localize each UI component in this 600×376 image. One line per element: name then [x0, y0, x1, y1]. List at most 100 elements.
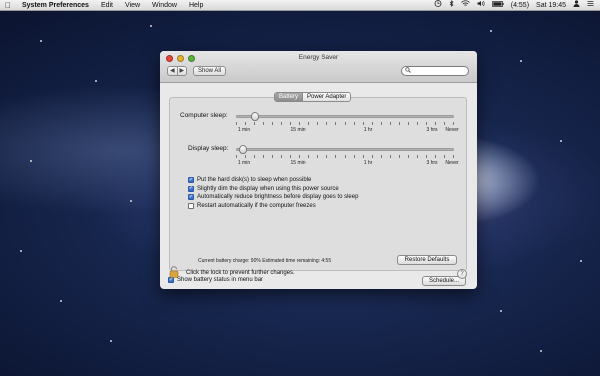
- slider-tick-mark: [326, 122, 327, 125]
- slider-tick-mark: [363, 155, 364, 158]
- option-label: Slightly dim the display when using this…: [197, 185, 339, 192]
- forward-arrow-icon[interactable]: ▶: [178, 67, 187, 75]
- battery-time[interactable]: (4:55): [511, 0, 529, 11]
- computer-sleep-ticks: [236, 122, 454, 126]
- tab-battery[interactable]: Battery: [275, 93, 303, 101]
- display-sleep-tick-1min: 1 min: [237, 160, 251, 166]
- settings-panel: Computer sleep: 1 min 15 min 1 hr 3 hrs …: [169, 97, 467, 271]
- battery-icon[interactable]: [491, 0, 504, 11]
- menu-bar:  System Preferences Edit View Window He…: [0, 0, 600, 11]
- slider-tick-mark: [453, 155, 454, 158]
- slider-tick-mark: [354, 155, 355, 158]
- option-label: Automatically reduce brightness before d…: [197, 194, 359, 201]
- battery-charge-status: Current battery charge: 90% Estimated ti…: [198, 258, 332, 264]
- computer-sleep-tick-never: Never: [445, 127, 459, 133]
- clock[interactable]: Sat 19:45: [536, 0, 566, 11]
- checkbox-checked-icon[interactable]: ✓: [188, 194, 194, 201]
- lock-instruction-text: Click the lock to prevent further change…: [186, 270, 295, 276]
- display-sleep-label: Display sleep:: [188, 145, 229, 152]
- slider-tick-mark: [326, 155, 327, 158]
- slider-tick-mark: [263, 155, 264, 158]
- slider-tick-mark: [399, 155, 400, 158]
- slider-tick-mark: [435, 155, 436, 158]
- computer-sleep-track[interactable]: [236, 115, 454, 118]
- slider-tick-mark: [444, 155, 445, 158]
- slider-tick-mark: [444, 122, 445, 125]
- show-battery-status-option[interactable]: ✓ Show battery status in menu bar: [168, 277, 263, 283]
- slider-tick-mark: [363, 122, 364, 125]
- option-hard-disk-sleep[interactable]: ✓ Put the hard disk(s) to sleep when pos…: [188, 176, 358, 185]
- display-sleep-knob[interactable]: [239, 145, 247, 154]
- slider-tick-mark: [281, 155, 282, 158]
- computer-sleep-tick-15min: 15 min: [290, 127, 306, 133]
- volume-icon[interactable]: [477, 0, 485, 11]
- slider-tick-mark: [399, 122, 400, 125]
- slider-tick-mark: [236, 122, 237, 125]
- help-button[interactable]: ?: [457, 269, 467, 279]
- slider-tick-mark: [245, 122, 246, 125]
- menu-view[interactable]: View: [119, 0, 146, 11]
- slider-tick-mark: [272, 122, 273, 125]
- menu-window[interactable]: Window: [146, 0, 183, 11]
- slider-tick-mark: [290, 122, 291, 125]
- slider-tick-mark: [426, 122, 427, 125]
- slider-tick-mark: [245, 155, 246, 158]
- slider-tick-mark: [345, 122, 346, 125]
- menu-help[interactable]: Help: [183, 0, 209, 11]
- slider-tick-mark: [317, 122, 318, 125]
- tab-bar: Battery Power Adapter: [274, 92, 352, 102]
- display-sleep-track[interactable]: [236, 148, 454, 151]
- show-all-button[interactable]: Show All: [193, 66, 226, 76]
- slider-tick-mark: [272, 155, 273, 158]
- display-sleep-tick-never: Never: [445, 160, 459, 166]
- back-forward-buttons: ◀ ▶: [167, 66, 187, 76]
- slider-tick-mark: [254, 155, 255, 158]
- menu-edit[interactable]: Edit: [95, 0, 119, 11]
- computer-sleep-tick-1min: 1 min: [237, 127, 251, 133]
- bluetooth-icon[interactable]: [449, 0, 454, 11]
- checkbox-checked-icon[interactable]: ✓: [188, 185, 194, 192]
- timemachine-icon[interactable]: [434, 0, 442, 11]
- option-dim-display[interactable]: ✓ Slightly dim the display when using th…: [188, 185, 358, 194]
- slider-tick-mark: [372, 122, 373, 125]
- restore-defaults-button[interactable]: Restore Defaults: [397, 255, 457, 265]
- slider-tick-mark: [372, 155, 373, 158]
- menu-app-name[interactable]: System Preferences: [16, 0, 95, 11]
- search-input[interactable]: [411, 68, 466, 74]
- slider-tick-mark: [299, 155, 300, 158]
- checkbox-unchecked-icon[interactable]: [188, 202, 194, 209]
- slider-tick-mark: [408, 155, 409, 158]
- show-battery-status-label: Show battery status in menu bar: [177, 277, 264, 283]
- apple-menu-icon[interactable]: : [0, 1, 16, 10]
- slider-tick-mark: [290, 155, 291, 158]
- slider-tick-mark: [417, 122, 418, 125]
- back-arrow-icon[interactable]: ◀: [168, 67, 178, 75]
- list-menu-icon[interactable]: [587, 0, 594, 11]
- wifi-icon[interactable]: [460, 0, 470, 11]
- display-sleep-ticks: [236, 155, 454, 159]
- option-label: Put the hard disk(s) to sleep when possi…: [197, 177, 312, 184]
- options-list: ✓ Put the hard disk(s) to sleep when pos…: [188, 176, 358, 210]
- option-label: Restart automatically if the computer fr…: [197, 202, 316, 209]
- slider-tick-mark: [408, 122, 409, 125]
- slider-tick-mark: [435, 122, 436, 125]
- tab-power-adapter[interactable]: Power Adapter: [302, 93, 351, 101]
- search-field[interactable]: [401, 66, 469, 76]
- computer-sleep-knob[interactable]: [251, 112, 259, 121]
- slider-tick-mark: [453, 122, 454, 125]
- display-sleep-tick-1hr: 1 hr: [363, 160, 373, 166]
- slider-tick-mark: [308, 122, 309, 125]
- option-restart-on-freeze[interactable]: Restart automatically if the computer fr…: [188, 202, 358, 211]
- lock-icon[interactable]: [169, 265, 179, 278]
- option-reduce-brightness[interactable]: ✓ Automatically reduce brightness before…: [188, 193, 358, 202]
- checkbox-checked-icon[interactable]: ✓: [188, 177, 194, 184]
- window-content: Battery Power Adapter Computer sleep: 1 …: [160, 83, 477, 289]
- slider-tick-mark: [236, 155, 237, 158]
- energy-saver-window: Energy Saver ◀ ▶ Show All Battery Power …: [160, 51, 477, 289]
- user-icon[interactable]: [573, 0, 580, 11]
- slider-tick-mark: [263, 122, 264, 125]
- window-title: Energy Saver: [298, 54, 339, 61]
- slider-tick-mark: [335, 155, 336, 158]
- slider-tick-mark: [354, 122, 355, 125]
- computer-sleep-label: Computer sleep:: [180, 112, 228, 119]
